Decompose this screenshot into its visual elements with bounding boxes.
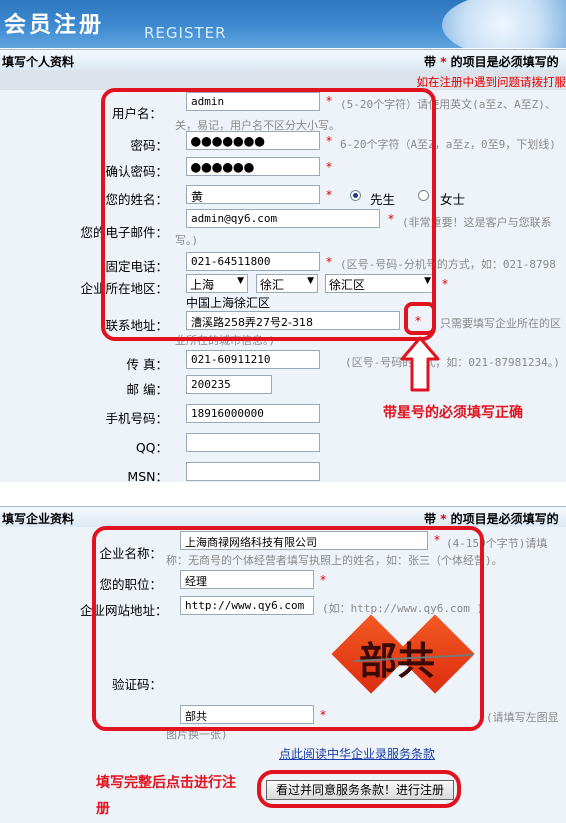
fax-input[interactable]: 021-60911210: [186, 350, 320, 369]
gender-female-label: 女士: [440, 192, 466, 207]
company-required-note: 带 * 的项目是必须填写的: [424, 512, 559, 526]
header-banner: 会员注册 REGISTER: [0, 0, 566, 48]
submit-annotation-line2: 册: [96, 801, 110, 817]
qq-label: QQ：: [135, 440, 168, 455]
fax-hint: (区号-号码的方式，如：021-87981234。): [345, 356, 560, 369]
terms-link[interactable]: 点此阅读中华企业录服务条款: [279, 745, 435, 762]
header-decoration: [442, 0, 566, 48]
required-note: 带 * 的项目是必须填写的: [424, 55, 559, 69]
submit-highlight-box: [257, 770, 461, 808]
submit-annotation-line1: 填写完整后点击进行注: [96, 775, 236, 791]
msn-label: MSN：: [127, 469, 168, 484]
required-annotation: 带星号的必须填写正确: [383, 405, 523, 421]
qq-input[interactable]: [186, 433, 320, 452]
msn-input[interactable]: [186, 462, 320, 481]
zip-label: 邮 编：: [126, 382, 168, 397]
personal-section-header: 填写个人资料 带 * 的项目是必须填写的: [0, 49, 566, 71]
company-section-title: 填写企业资料: [2, 512, 75, 526]
star-highlight-box: [404, 302, 436, 335]
mobile-input[interactable]: 18916000000: [186, 404, 320, 423]
fax-label: 传 真：: [126, 357, 168, 372]
mobile-label: 手机号码：: [105, 411, 168, 426]
help-text: 如在注册中遇到问题请拨打服: [416, 75, 566, 89]
personal-section-title: 填写个人资料: [2, 55, 75, 69]
region-required-star: *: [442, 277, 448, 291]
captcha-hint: (请填写左图显: [486, 711, 559, 724]
zip-input[interactable]: 200235: [186, 375, 272, 394]
required-fields-highlight-box: [101, 88, 436, 341]
page-subtitle: REGISTER: [144, 24, 227, 42]
help-bar: 如在注册中遇到问题请拨打服: [0, 70, 566, 90]
company-fields-highlight-box: [92, 526, 484, 731]
company-section-header: 填写企业资料 带 * 的项目是必须填写的: [0, 506, 566, 528]
page-title: 会员注册: [4, 12, 105, 38]
up-arrow-icon: [400, 336, 440, 392]
address-hint: 只需要填写企业所在的区: [440, 317, 561, 330]
